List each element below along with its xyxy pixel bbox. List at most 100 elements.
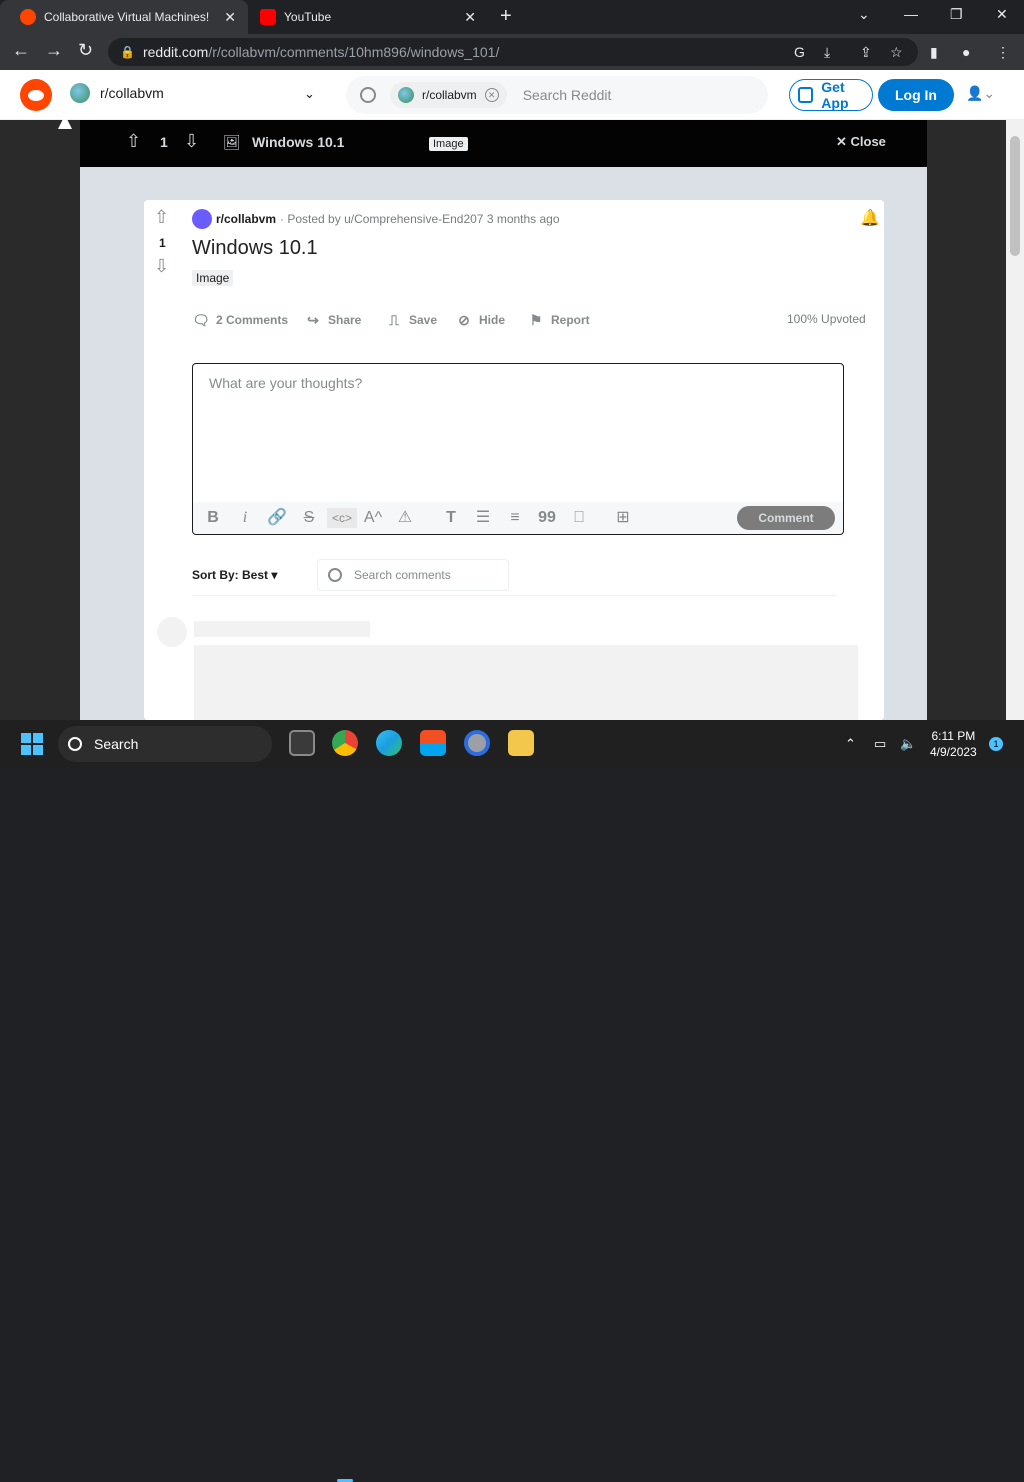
user-menu-icon[interactable]: 👤⌄ — [966, 85, 995, 102]
task-view-icon[interactable] — [289, 730, 315, 756]
editor-toolbar: B i 🔗 S <c> A^ ⚠ T ☰ ≡ 99 ⎕ ⊞ Comment — [193, 502, 843, 534]
profile-icon[interactable]: ● — [962, 44, 970, 60]
superscript-icon[interactable]: A^ — [363, 508, 383, 528]
new-tab-icon[interactable]: + — [500, 5, 512, 28]
hide-eye-icon: ⊘ — [458, 312, 470, 328]
image-post-icon: 🖼 — [223, 134, 241, 150]
clock-time: 6:11 PM — [931, 729, 976, 743]
subreddit-icon — [192, 209, 212, 229]
search-placeholder: Search Reddit — [522, 87, 612, 103]
close-tab-icon[interactable]: ✕ — [224, 9, 236, 26]
table-icon[interactable]: ⊞ — [613, 508, 633, 528]
link-icon[interactable]: 🔗 — [267, 508, 287, 528]
store-icon[interactable] — [420, 730, 446, 756]
comment-editor[interactable]: What are your thoughts? B i 🔗 S <c> A^ ⚠… — [192, 363, 844, 535]
spoiler-icon[interactable]: ⚠ — [395, 508, 415, 528]
menu-kebab-icon[interactable]: ⋮ — [996, 44, 1010, 61]
google-icon[interactable]: G — [794, 44, 805, 60]
get-app-button[interactable]: Get App — [789, 79, 873, 111]
code-block-icon[interactable]: ⎕ — [569, 508, 589, 528]
comments-button[interactable]: 🗨 2 Comments — [192, 311, 288, 329]
scrollbar[interactable] — [1006, 120, 1024, 720]
tab-strip: Collaborative Virtual Machines! ✕ YouTub… — [0, 0, 1024, 34]
get-app-label: Get App — [821, 79, 849, 111]
bell-icon[interactable]: 🔔 — [860, 208, 880, 227]
inline-code-icon[interactable]: <c> — [327, 508, 357, 528]
back-icon[interactable]: ← — [12, 40, 30, 61]
strikethrough-icon[interactable]: S — [299, 508, 319, 528]
tab-youtube[interactable]: YouTube ✕ — [248, 0, 488, 34]
address-path: /r/collabvm/comments/10hm896/windows_101… — [208, 44, 500, 60]
network-icon[interactable]: ▭ — [874, 736, 886, 752]
subreddit-globe-icon — [70, 83, 90, 103]
sort-comments-dropdown[interactable]: Sort By: Best ▾ — [192, 568, 277, 582]
hide-label: Hide — [479, 313, 506, 327]
subreddit-selector[interactable]: r/collabvm — [70, 83, 164, 103]
reddit-logo-icon[interactable] — [20, 79, 52, 111]
scrollbar-thumb[interactable] — [1010, 136, 1020, 256]
volume-icon[interactable]: 🔈 — [900, 736, 916, 752]
tab-search-icon[interactable]: ⌄ — [858, 6, 870, 23]
file-explorer-icon[interactable] — [508, 730, 534, 756]
log-in-button[interactable]: Log In — [878, 79, 954, 111]
windows-start-icon[interactable] — [21, 733, 43, 755]
bookmark-icon: ⎍ — [389, 312, 399, 328]
hide-button[interactable]: ⊘ Hide — [455, 311, 505, 329]
notification-badge[interactable]: 1 — [989, 737, 1003, 751]
bold-icon[interactable]: B — [203, 508, 223, 528]
comment-submit-button[interactable]: Comment — [737, 506, 835, 530]
reddit-header: r/collabvm ⌄ r/collabvm ✕ Search Reddit … — [0, 70, 1024, 120]
report-button[interactable]: ⚑ Report — [527, 311, 590, 329]
close-tab-icon[interactable]: ✕ — [464, 9, 476, 26]
upvote-icon[interactable]: ⇧ — [126, 131, 141, 152]
post-subreddit-link[interactable]: r/collabvm — [216, 212, 276, 226]
tab-collabvm[interactable]: Collaborative Virtual Machines! ✕ — [0, 0, 248, 34]
post-author-line[interactable]: · Posted by u/Comprehensive-End207 3 mon… — [280, 212, 560, 226]
post-vote-count: 1 — [159, 236, 166, 250]
forward-icon[interactable]: → — [45, 40, 63, 61]
search-scope-chip[interactable]: r/collabvm ✕ — [390, 82, 507, 108]
caret-down-icon: ▾ — [271, 568, 278, 582]
save-button[interactable]: ⎍ Save — [385, 311, 437, 329]
heading-icon[interactable]: T — [441, 508, 461, 528]
taskbar-clock[interactable]: 6:11 PM 4/9/2023 — [930, 728, 977, 760]
share-button[interactable]: ↪ Share — [304, 311, 361, 329]
settings-gear-icon[interactable] — [464, 730, 490, 756]
share-label: Share — [328, 313, 362, 327]
chevron-down-icon[interactable]: ⌄ — [304, 86, 315, 102]
edge-icon[interactable] — [376, 730, 402, 756]
quote-block-icon[interactable]: 99 — [537, 508, 557, 528]
chrome-icon[interactable] — [332, 730, 358, 756]
search-icon — [68, 737, 82, 751]
side-panel-icon[interactable]: ▮ — [930, 44, 938, 61]
share-icon[interactable]: ⇪ — [860, 44, 872, 61]
bookmark-star-icon[interactable]: ☆ — [890, 44, 903, 61]
maximize-icon[interactable]: ❐ — [950, 6, 963, 23]
vote-count: 1 — [160, 134, 168, 150]
comment-placeholder: What are your thoughts? — [209, 375, 363, 391]
taskbar-search-label: Search — [94, 736, 139, 752]
search-bar[interactable]: r/collabvm ✕ Search Reddit — [346, 76, 768, 114]
show-hidden-icons-icon[interactable]: ⌃ — [845, 736, 856, 752]
downvote-icon[interactable]: ⇩ — [154, 256, 169, 277]
italic-icon[interactable]: i — [235, 508, 255, 528]
install-icon[interactable]: ⤓ — [824, 44, 830, 61]
downvote-icon[interactable]: ⇩ — [184, 131, 199, 152]
close-button[interactable]: ✕ Close — [836, 134, 886, 150]
tab-title: Collaborative Virtual Machines! — [44, 10, 210, 24]
close-window-icon[interactable]: ✕ — [996, 6, 1008, 23]
taskbar-search[interactable]: Search — [58, 726, 272, 762]
reload-icon[interactable]: ↻ — [78, 40, 93, 61]
comments-label: 2 Comments — [216, 313, 289, 327]
minimize-icon[interactable]: — — [904, 6, 918, 22]
youtube-favicon-icon — [260, 9, 276, 25]
bulleted-list-icon[interactable]: ☰ — [473, 508, 493, 528]
comment-search-input[interactable]: Search comments — [317, 559, 509, 591]
share-arrow-icon: ↪ — [307, 312, 319, 328]
clear-chip-icon[interactable]: ✕ — [484, 88, 499, 102]
post-title: Windows 10.1 — [192, 237, 318, 259]
numbered-list-icon[interactable]: ≡ — [505, 508, 525, 528]
upvote-icon[interactable]: ⇧ — [154, 207, 169, 228]
post-flair[interactable]: Image — [192, 270, 234, 286]
lock-icon: 🔒 — [120, 45, 135, 59]
